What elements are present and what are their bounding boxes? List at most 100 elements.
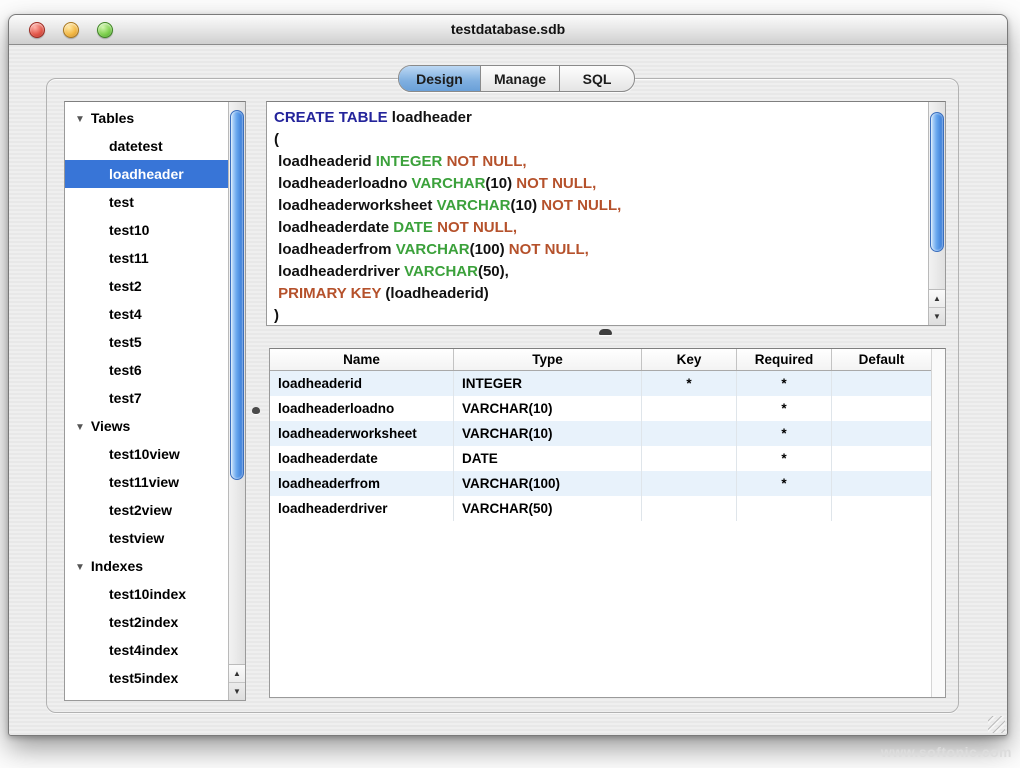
sidebar-item-testview[interactable]: testview — [65, 524, 228, 552]
sidebar-group-indexes[interactable]: ▼ Indexes — [65, 552, 228, 580]
column-header-key[interactable]: Key — [642, 349, 737, 370]
window-title: testdatabase.sdb — [450, 21, 566, 37]
cell-key — [642, 421, 737, 446]
cell-name: loadheaderfrom — [270, 471, 454, 496]
sql-line: CREATE TABLE loadheader — [274, 109, 472, 126]
cell-name: loadheaderworksheet — [270, 421, 454, 446]
cell-default — [832, 446, 932, 471]
sidebar-item-test10view[interactable]: test10view — [65, 440, 228, 468]
sql-line: loadheaderworksheet VARCHAR(10) NOT NULL… — [274, 197, 622, 214]
sql-line: loadheaderdriver VARCHAR(50), — [274, 263, 509, 280]
disclosure-triangle-icon[interactable]: ▼ — [75, 414, 85, 440]
table-row[interactable]: loadheaderdate DATE * — [270, 446, 945, 471]
cell-default — [832, 421, 932, 446]
column-header-required[interactable]: Required — [737, 349, 832, 370]
sidebar-item-test[interactable]: test — [65, 188, 228, 216]
disclosure-triangle-icon[interactable]: ▼ — [75, 554, 85, 580]
sidebar-group-views[interactable]: ▼ Views — [65, 412, 228, 440]
sidebar-item-test11[interactable]: test11 — [65, 244, 228, 272]
table-row[interactable]: loadheaderdriver VARCHAR(50) — [270, 496, 945, 521]
sidebar-splitter-handle[interactable] — [252, 407, 260, 414]
sidebar-scrollbar[interactable]: ▲ ▼ — [228, 102, 245, 700]
cell-name: loadheaderdate — [270, 446, 454, 471]
cell-name: loadheaderdriver — [270, 496, 454, 521]
sidebar-item-test4[interactable]: test4 — [65, 300, 228, 328]
cell-default — [832, 471, 932, 496]
desktop-background: testdatabase.sdb Design Manage SQL ▼ Tables… — [0, 0, 1020, 768]
table-row[interactable]: loadheaderloadno VARCHAR(10) * — [270, 396, 945, 421]
columns-table-body: loadheaderid INTEGER * * loadheaderloadno VAR… — [270, 371, 945, 521]
cell-type: DATE — [454, 446, 642, 471]
sidebar-item-test10index[interactable]: test10index — [65, 580, 228, 608]
cell-required — [737, 496, 832, 521]
sidebar-item-test5index[interactable]: test5index — [65, 664, 228, 692]
cell-required: * — [737, 421, 832, 446]
sql-line: loadheaderdate DATE NOT NULL, — [274, 219, 518, 236]
cell-key — [642, 396, 737, 421]
sidebar-scrollbar-thumb[interactable] — [230, 110, 244, 480]
cell-key — [642, 471, 737, 496]
sidebar-item-test2index[interactable]: test2index — [65, 608, 228, 636]
scroll-up-icon[interactable]: ▲ — [229, 665, 245, 682]
sidebar-item-test2view[interactable]: test2view — [65, 496, 228, 524]
sidebar-item-datetest[interactable]: datetest — [65, 132, 228, 160]
object-browser-items: ▼ Tables datetest loadheader test test10 test1… — [65, 104, 228, 700]
cell-type: VARCHAR(10) — [454, 421, 642, 446]
object-browser-list[interactable]: ▼ Tables datetest loadheader test test10 test1… — [64, 101, 246, 701]
resize-grip-icon[interactable] — [988, 716, 1005, 733]
table-scrollbar-track[interactable] — [931, 349, 945, 697]
cell-required: * — [737, 396, 832, 421]
sql-editor[interactable]: CREATE TABLE loadheader ( loadheaderid IN… — [266, 101, 946, 326]
disclosure-triangle-icon[interactable]: ▼ — [75, 106, 85, 132]
sql-line: PRIMARY KEY (loadheaderid) — [278, 285, 489, 302]
sql-line: ( — [274, 131, 279, 148]
cell-key — [642, 446, 737, 471]
view-tab-bar: Design Manage SQL — [398, 65, 635, 92]
cell-type: VARCHAR(10) — [454, 396, 642, 421]
sidebar-item-test11view[interactable]: test11view — [65, 468, 228, 496]
sidebar-item-test10[interactable]: test10 — [65, 216, 228, 244]
sql-scrollbar[interactable]: ▲ ▼ — [928, 102, 945, 325]
sql-line: loadheaderloadno VARCHAR(10) NOT NULL, — [274, 175, 597, 192]
sidebar-item-test4index[interactable]: test4index — [65, 636, 228, 664]
cell-default — [832, 396, 932, 421]
cell-default — [832, 371, 932, 396]
sql-line: loadheaderid INTEGER NOT NULL, — [274, 153, 527, 170]
cell-name: loadheaderloadno — [270, 396, 454, 421]
sidebar-item-loadheader[interactable]: loadheader — [65, 160, 228, 188]
cell-key — [642, 496, 737, 521]
scroll-up-icon[interactable]: ▲ — [929, 290, 945, 307]
tab-design[interactable]: Design — [399, 66, 480, 91]
sql-scrollbar-thumb[interactable] — [930, 112, 944, 252]
tab-sql[interactable]: SQL — [559, 66, 634, 91]
sql-line: ) — [274, 307, 279, 324]
column-header-type[interactable]: Type — [454, 349, 642, 370]
cell-default — [832, 496, 932, 521]
scroll-down-icon[interactable]: ▼ — [229, 682, 245, 700]
tab-manage[interactable]: Manage — [480, 66, 559, 91]
table-row[interactable]: loadheaderid INTEGER * * — [270, 371, 945, 396]
sidebar-group-tables[interactable]: ▼ Tables — [65, 104, 228, 132]
sql-text: CREATE TABLE loadheader ( loadheaderid IN… — [274, 107, 925, 325]
cell-required: * — [737, 446, 832, 471]
sidebar-item-test2[interactable]: test2 — [65, 272, 228, 300]
sidebar-item-test5[interactable]: test5 — [65, 328, 228, 356]
table-row[interactable]: loadheaderworksheet VARCHAR(10) * — [270, 421, 945, 446]
cell-type: INTEGER — [454, 371, 642, 396]
watermark: www.softonic.com — [880, 744, 1012, 760]
column-header-name[interactable]: Name — [270, 349, 454, 370]
cell-required: * — [737, 471, 832, 496]
sql-line: loadheaderfrom VARCHAR(100) NOT NULL, — [274, 241, 589, 258]
app-window: testdatabase.sdb Design Manage SQL ▼ Tables… — [8, 14, 1008, 736]
scroll-down-icon[interactable]: ▼ — [929, 307, 945, 325]
column-header-default[interactable]: Default — [832, 349, 932, 370]
window-titlebar[interactable]: testdatabase.sdb — [9, 15, 1007, 45]
cell-name: loadheaderid — [270, 371, 454, 396]
sidebar-item-test7[interactable]: test7 — [65, 384, 228, 412]
sidebar-item-test7index[interactable]: test7index — [65, 692, 228, 700]
panel-splitter-handle[interactable] — [599, 329, 612, 335]
sidebar-item-test6[interactable]: test6 — [65, 356, 228, 384]
cell-type: VARCHAR(50) — [454, 496, 642, 521]
columns-table[interactable]: Name Type Key Required Default loadheaderid I… — [269, 348, 946, 698]
table-row[interactable]: loadheaderfrom VARCHAR(100) * — [270, 471, 945, 496]
